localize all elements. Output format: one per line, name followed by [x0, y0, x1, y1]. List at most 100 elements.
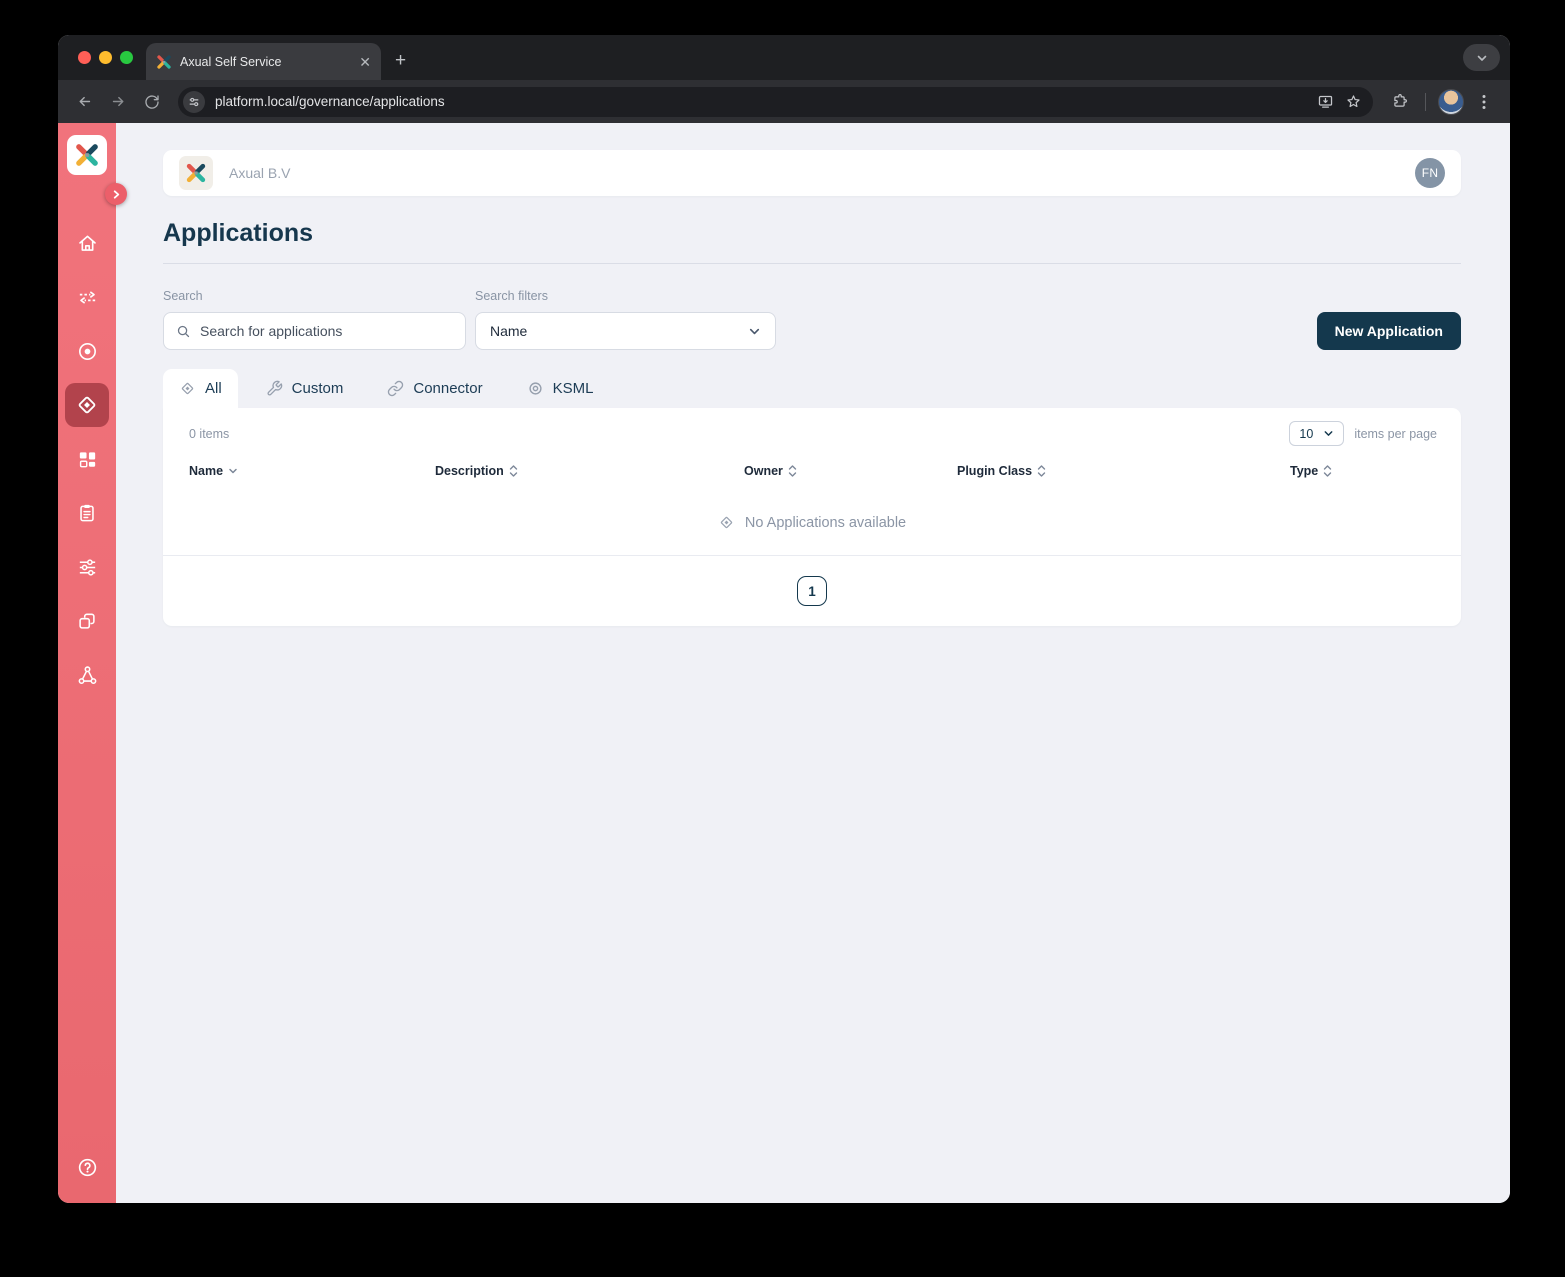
tab-title: Axual Self Service: [180, 55, 351, 69]
application-type-tabs: All Custom Connector: [163, 369, 1461, 408]
search-field: Search: [163, 289, 466, 350]
forward-button[interactable]: [104, 88, 132, 116]
axual-logo-icon: [185, 162, 207, 184]
search-label: Search: [163, 289, 466, 303]
extensions-button[interactable]: [1385, 88, 1413, 116]
title-divider: [163, 263, 1461, 264]
reload-icon: [144, 94, 160, 110]
filter-select[interactable]: Name: [475, 312, 776, 350]
sort-both-icon: [509, 464, 518, 478]
install-app-button[interactable]: [1311, 88, 1339, 116]
browser-window: Axual Self Service ✕ +: [58, 35, 1510, 1203]
sort-both-icon: [788, 464, 797, 478]
url-bar[interactable]: platform.local/governance/applications: [178, 87, 1373, 117]
tab-all[interactable]: All: [163, 369, 238, 408]
search-filters-label: Search filters: [475, 289, 776, 303]
link-icon: [387, 380, 404, 397]
sort-both-icon: [1323, 464, 1332, 478]
tab-custom[interactable]: Custom: [250, 369, 360, 408]
sidebar-item-audits[interactable]: [65, 486, 109, 540]
applications-table-card: 0 items 10 items per page: [163, 408, 1461, 626]
tab-ksml[interactable]: KSML: [511, 369, 610, 408]
sidebar-item-help[interactable]: [65, 1145, 109, 1189]
clipboard-icon: [76, 502, 98, 524]
install-monitor-icon: [1317, 93, 1334, 110]
tab-all-label: All: [205, 380, 222, 397]
sidebar-item-settings[interactable]: [65, 540, 109, 594]
page-1-button[interactable]: 1: [797, 576, 827, 606]
browser-tabstrip: Axual Self Service ✕ +: [58, 35, 1510, 80]
org-logo: [179, 156, 213, 190]
sidebar-logo[interactable]: [67, 135, 107, 175]
new-tab-button[interactable]: +: [395, 50, 406, 72]
column-header-name[interactable]: Name: [189, 464, 435, 478]
diamond-icon: [718, 514, 735, 531]
items-per-page-label: items per page: [1354, 427, 1437, 441]
sliders-icon: [76, 556, 99, 579]
kebab-menu-icon: [1477, 94, 1491, 110]
diamond-icon: [179, 380, 196, 397]
table-header-row: Name Description Owner: [163, 456, 1461, 488]
tab-close-icon[interactable]: ✕: [359, 55, 371, 69]
browser-tab[interactable]: Axual Self Service ✕: [146, 43, 381, 80]
sidebar-item-topics[interactable]: [65, 324, 109, 378]
empty-state: No Applications available: [163, 488, 1461, 555]
chevron-right-icon: [112, 190, 121, 199]
new-application-button[interactable]: New Application: [1317, 312, 1461, 350]
column-header-plugin-class[interactable]: Plugin Class: [957, 464, 1290, 478]
back-button[interactable]: [70, 88, 98, 116]
sidebar-nav: [65, 216, 109, 702]
column-header-type[interactable]: Type: [1290, 464, 1461, 478]
main-content: Axual B.V FN Applications Search: [116, 123, 1510, 1203]
sidebar-item-home[interactable]: [65, 216, 109, 270]
sort-down-icon: [228, 467, 238, 475]
sidebar-expand-button[interactable]: [105, 183, 127, 205]
bookmark-star-button[interactable]: [1339, 88, 1367, 116]
window-controls: [78, 51, 133, 64]
toolbar-divider: [1425, 93, 1426, 111]
items-per-page-select[interactable]: 10: [1289, 421, 1344, 446]
tab-connector[interactable]: Connector: [371, 369, 498, 408]
axual-logo-icon: [74, 142, 100, 168]
arrow-left-icon: [76, 93, 93, 110]
sidebar-item-instances[interactable]: [65, 594, 109, 648]
empty-state-message: No Applications available: [745, 515, 906, 531]
user-avatar[interactable]: FN: [1415, 158, 1445, 188]
minimize-window-button[interactable]: [99, 51, 112, 64]
wrench-icon: [266, 380, 283, 397]
profile-avatar[interactable]: [1438, 89, 1464, 115]
search-input[interactable]: [200, 323, 453, 339]
reload-button[interactable]: [138, 88, 166, 116]
items-count: 0 items: [189, 427, 229, 441]
items-per-page-value: 10: [1299, 427, 1313, 441]
filter-field: Search filters Name: [475, 289, 776, 350]
topology-triangle-icon: [76, 664, 99, 687]
sidebar-item-streams[interactable]: [65, 270, 109, 324]
app-sidebar: [58, 123, 116, 1203]
org-header-bar: Axual B.V FN: [163, 150, 1461, 196]
instances-copy-icon: [76, 610, 98, 632]
tab-custom-label: Custom: [292, 380, 344, 397]
topics-target-icon: [76, 340, 99, 363]
sort-both-icon: [1037, 464, 1046, 478]
tab-search-chevron-button[interactable]: [1463, 44, 1500, 71]
url-text: platform.local/governance/applications: [215, 94, 1311, 109]
column-header-description[interactable]: Description: [435, 464, 744, 478]
star-icon: [1345, 93, 1362, 110]
sidebar-item-applications[interactable]: [65, 383, 109, 427]
sidebar-item-topology[interactable]: [65, 648, 109, 702]
filter-selected-value: Name: [490, 323, 527, 339]
search-icon: [176, 324, 191, 339]
disc-icon: [527, 380, 544, 397]
close-window-button[interactable]: [78, 51, 91, 64]
site-settings-icon[interactable]: [183, 91, 205, 113]
column-header-owner[interactable]: Owner: [744, 464, 957, 478]
help-question-icon: [76, 1156, 99, 1179]
browser-toolbar: platform.local/governance/applications: [58, 80, 1510, 123]
axual-favicon-icon: [156, 54, 172, 70]
sidebar-item-dashboard[interactable]: [65, 432, 109, 486]
home-icon: [76, 232, 99, 255]
browser-menu-button[interactable]: [1470, 88, 1498, 116]
maximize-window-button[interactable]: [120, 51, 133, 64]
tab-ksml-label: KSML: [553, 380, 594, 397]
